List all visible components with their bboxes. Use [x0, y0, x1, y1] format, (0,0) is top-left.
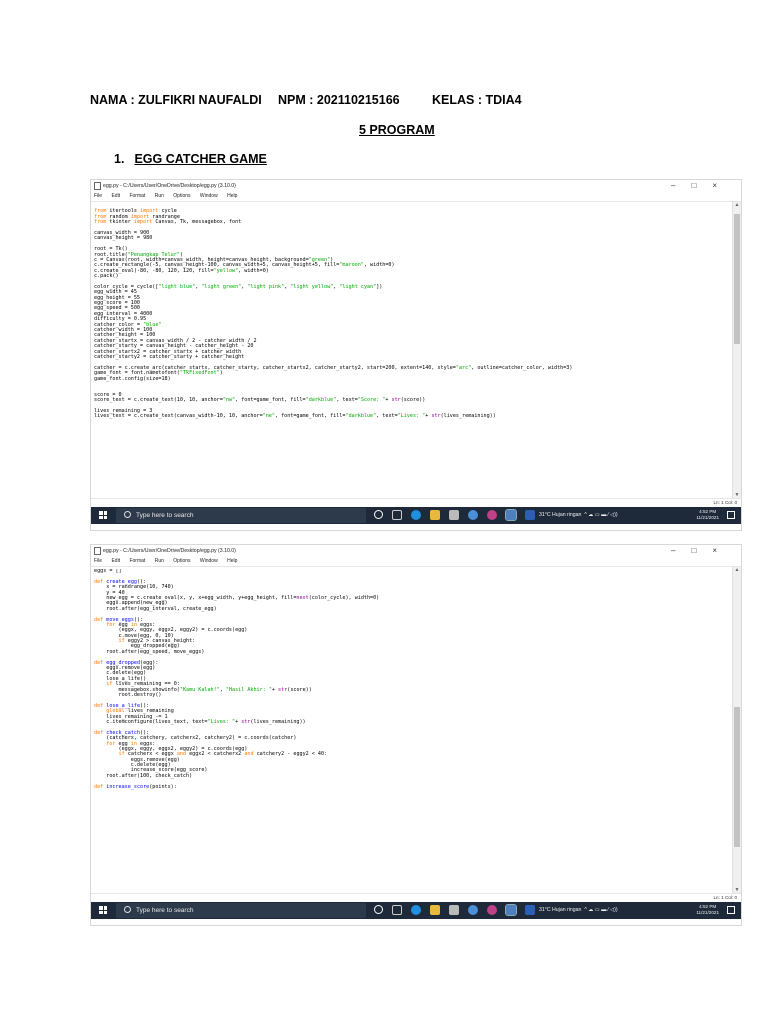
student-class: KELAS : TDIA4: [432, 93, 522, 107]
code-text[interactable]: from itertools import cycle from random i…: [94, 204, 729, 498]
student-npm: NPM : 202110215166: [278, 93, 400, 107]
scroll-up-icon[interactable]: ▲: [733, 567, 741, 573]
windows-start-icon[interactable]: [99, 511, 107, 519]
python-idle-icon[interactable]: [505, 904, 517, 916]
python-idle-icon[interactable]: [505, 509, 517, 521]
task-view-icon[interactable]: [392, 510, 402, 520]
search-placeholder: Type here to search: [136, 512, 194, 519]
search-icon: [124, 510, 131, 518]
scroll-thumb[interactable]: [734, 214, 740, 344]
chrome-icon[interactable]: [468, 510, 478, 520]
menu-bar: File Edit Format Run Options Window Help: [91, 557, 741, 566]
taskbar-clock[interactable]: 4:52 PM 11/21/2021: [696, 904, 719, 916]
store-icon[interactable]: [449, 510, 459, 520]
menu-run[interactable]: Run: [155, 558, 164, 564]
menu-help[interactable]: Help: [227, 193, 237, 199]
taskbar-apps: [374, 509, 544, 528]
search-placeholder: Type here to search: [136, 907, 194, 914]
window-title: egg.py - C:/Users/User/OneDrive/Desktop/…: [103, 183, 236, 189]
python-file-icon: [94, 546, 101, 555]
taskbar-apps: [374, 904, 544, 923]
file-explorer-icon[interactable]: [430, 905, 440, 915]
idle-screenshot-1: egg.py - C:/Users/User/OneDrive/Desktop/…: [90, 179, 742, 531]
code-line[interactable]: def increase_score(points):: [94, 784, 729, 790]
cortana-icon[interactable]: [374, 510, 383, 519]
doc-title: 5 PROGRAM: [359, 123, 435, 137]
tray-icons[interactable]: ^ ☁ ▭ ▬ ⁄ ◁)): [584, 512, 617, 518]
chrome-icon[interactable]: [468, 905, 478, 915]
weather-status[interactable]: 31°C Hujan ringan: [539, 512, 581, 518]
menu-run[interactable]: Run: [155, 193, 164, 199]
code-text[interactable]: eggs = [] def create_egg(): x = randrange…: [94, 569, 729, 893]
close-button[interactable]: ×: [712, 181, 733, 190]
scroll-down-icon[interactable]: ▼: [733, 887, 741, 893]
weather-status[interactable]: 31°C Hujan ringan: [539, 907, 581, 913]
edge-icon[interactable]: [411, 510, 421, 520]
student-name: NAMA : ZULFIKRI NAUFALDI: [90, 93, 262, 107]
clock-date: 11/21/2021: [696, 515, 719, 520]
scroll-thumb[interactable]: [734, 707, 740, 847]
code-line[interactable]: lives_text = c.create_text(canvas_width-…: [94, 413, 729, 419]
clock-date: 11/21/2021: [696, 910, 719, 915]
section-heading: 1. EGG CATCHER GAME: [114, 152, 267, 166]
menu-help[interactable]: Help: [227, 558, 237, 564]
window-controls: –□×: [671, 180, 733, 192]
task-view-icon[interactable]: [392, 905, 402, 915]
word-icon[interactable]: [525, 510, 535, 520]
window-titlebar: egg.py - C:/Users/User/OneDrive/Desktop/…: [91, 545, 741, 557]
menu-file[interactable]: File: [94, 193, 102, 199]
status-bar: Ln: 1 Col: 0: [91, 498, 741, 507]
window-title: egg.py - C:/Users/User/OneDrive/Desktop/…: [103, 548, 236, 554]
menu-edit[interactable]: Edit: [111, 193, 120, 199]
code-editor[interactable]: eggs = [] def create_egg(): x = randrange…: [91, 566, 741, 893]
taskbar: Type here to search 31°C Hujan ringan ^ …: [91, 507, 741, 524]
tray-icons[interactable]: ^ ☁ ▭ ▬ ⁄ ◁)): [584, 907, 617, 913]
file-explorer-icon[interactable]: [430, 510, 440, 520]
minimize-button[interactable]: –: [671, 546, 691, 555]
window-titlebar: egg.py - C:/Users/User/OneDrive/Desktop/…: [91, 180, 741, 192]
menu-window[interactable]: Window: [200, 558, 218, 564]
maximize-button[interactable]: □: [691, 181, 712, 190]
menu-window[interactable]: Window: [200, 193, 218, 199]
minimize-button[interactable]: –: [671, 181, 691, 190]
python-file-icon: [94, 181, 101, 190]
maximize-button[interactable]: □: [691, 546, 712, 555]
menu-options[interactable]: Options: [173, 193, 190, 199]
edge-icon[interactable]: [411, 905, 421, 915]
taskbar-search[interactable]: Type here to search: [116, 508, 366, 523]
search-icon: [124, 905, 131, 913]
word-icon[interactable]: [525, 905, 535, 915]
store-icon[interactable]: [449, 905, 459, 915]
menu-file[interactable]: File: [94, 558, 102, 564]
menu-edit[interactable]: Edit: [111, 558, 120, 564]
windows-start-icon[interactable]: [99, 906, 107, 914]
vertical-scrollbar[interactable]: ▲ ▼: [732, 567, 741, 893]
menu-format[interactable]: Format: [129, 558, 145, 564]
section-title: EGG CATCHER GAME: [134, 152, 267, 166]
scroll-down-icon[interactable]: ▼: [733, 492, 741, 498]
taskbar: Type here to search 31°C Hujan ringan ^ …: [91, 902, 741, 919]
vertical-scrollbar[interactable]: ▲ ▼: [732, 202, 741, 498]
status-bar: Ln: 1 Col: 0: [91, 893, 741, 902]
menu-bar: File Edit Format Run Options Window Help: [91, 192, 741, 201]
close-button[interactable]: ×: [712, 546, 733, 555]
menu-format[interactable]: Format: [129, 193, 145, 199]
notification-icon[interactable]: [727, 906, 735, 914]
system-tray: 31°C Hujan ringan ^ ☁ ▭ ▬ ⁄ ◁)): [539, 902, 618, 919]
cortana-icon[interactable]: [374, 905, 383, 914]
idle-screenshot-2: egg.py - C:/Users/User/OneDrive/Desktop/…: [90, 544, 742, 926]
app-icon[interactable]: [487, 905, 497, 915]
code-editor[interactable]: from itertools import cycle from random i…: [91, 201, 741, 498]
scroll-up-icon[interactable]: ▲: [733, 202, 741, 208]
taskbar-clock[interactable]: 4:52 PM 11/21/2021: [696, 509, 719, 521]
window-controls: –□×: [671, 545, 733, 557]
taskbar-search[interactable]: Type here to search: [116, 903, 366, 918]
app-icon[interactable]: [487, 510, 497, 520]
menu-options[interactable]: Options: [173, 558, 190, 564]
system-tray: 31°C Hujan ringan ^ ☁ ▭ ▬ ⁄ ◁)): [539, 507, 618, 524]
section-number: 1.: [114, 152, 125, 166]
notification-icon[interactable]: [727, 511, 735, 519]
